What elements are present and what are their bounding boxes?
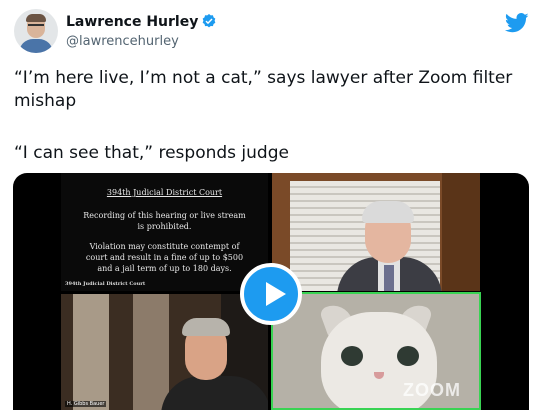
- warning-line-2: court and result in a fine of up to $500: [85, 253, 244, 262]
- play-button[interactable]: [240, 263, 302, 325]
- twitter-bird-icon[interactable]: [505, 13, 529, 33]
- recording-notice: Recording of this hearing or live stream…: [61, 210, 268, 232]
- notice-line-1: Recording of this hearing or live stream: [83, 211, 246, 220]
- lawyer-caption: H. Gibbs Bauer: [65, 401, 107, 407]
- zoom-watermark: ZOOM: [403, 380, 461, 400]
- play-icon: [266, 282, 286, 306]
- court-notice-panel: 394th Judicial District Court Recording …: [61, 173, 268, 291]
- lawyer-video-tile: H. Gibbs Bauer: [61, 294, 268, 410]
- warning-line-3: and a jail term of up to 180 days.: [97, 264, 232, 273]
- court-small-label: 394th Judicial District Court: [65, 281, 146, 287]
- tweet-text-line-2: mishap: [14, 91, 77, 111]
- author-name[interactable]: Lawrence Hurley: [66, 13, 217, 30]
- tweet-text-line-1: “I’m here live, I’m not a cat,” says law…: [14, 68, 513, 88]
- cat-filter-video-tile: ZOOM: [271, 292, 481, 410]
- notice-line-2: is prohibited.: [137, 222, 192, 231]
- author-avatar[interactable]: [14, 9, 58, 53]
- contempt-warning: Violation may constitute contempt of cou…: [61, 241, 268, 274]
- verified-badge-icon: [203, 14, 216, 28]
- judge-video-tile: [272, 173, 480, 291]
- tweet-text-line-3: “I can see that,” responds judge: [14, 143, 289, 163]
- video-player[interactable]: 394th Judicial District Court Recording …: [13, 173, 529, 410]
- author-name-text: Lawrence Hurley: [66, 14, 199, 30]
- author-handle[interactable]: @lawrencehurley: [66, 34, 179, 49]
- warning-line-1: Violation may constitute contempt of: [89, 242, 240, 251]
- court-title: 394th Judicial District Court: [106, 188, 223, 197]
